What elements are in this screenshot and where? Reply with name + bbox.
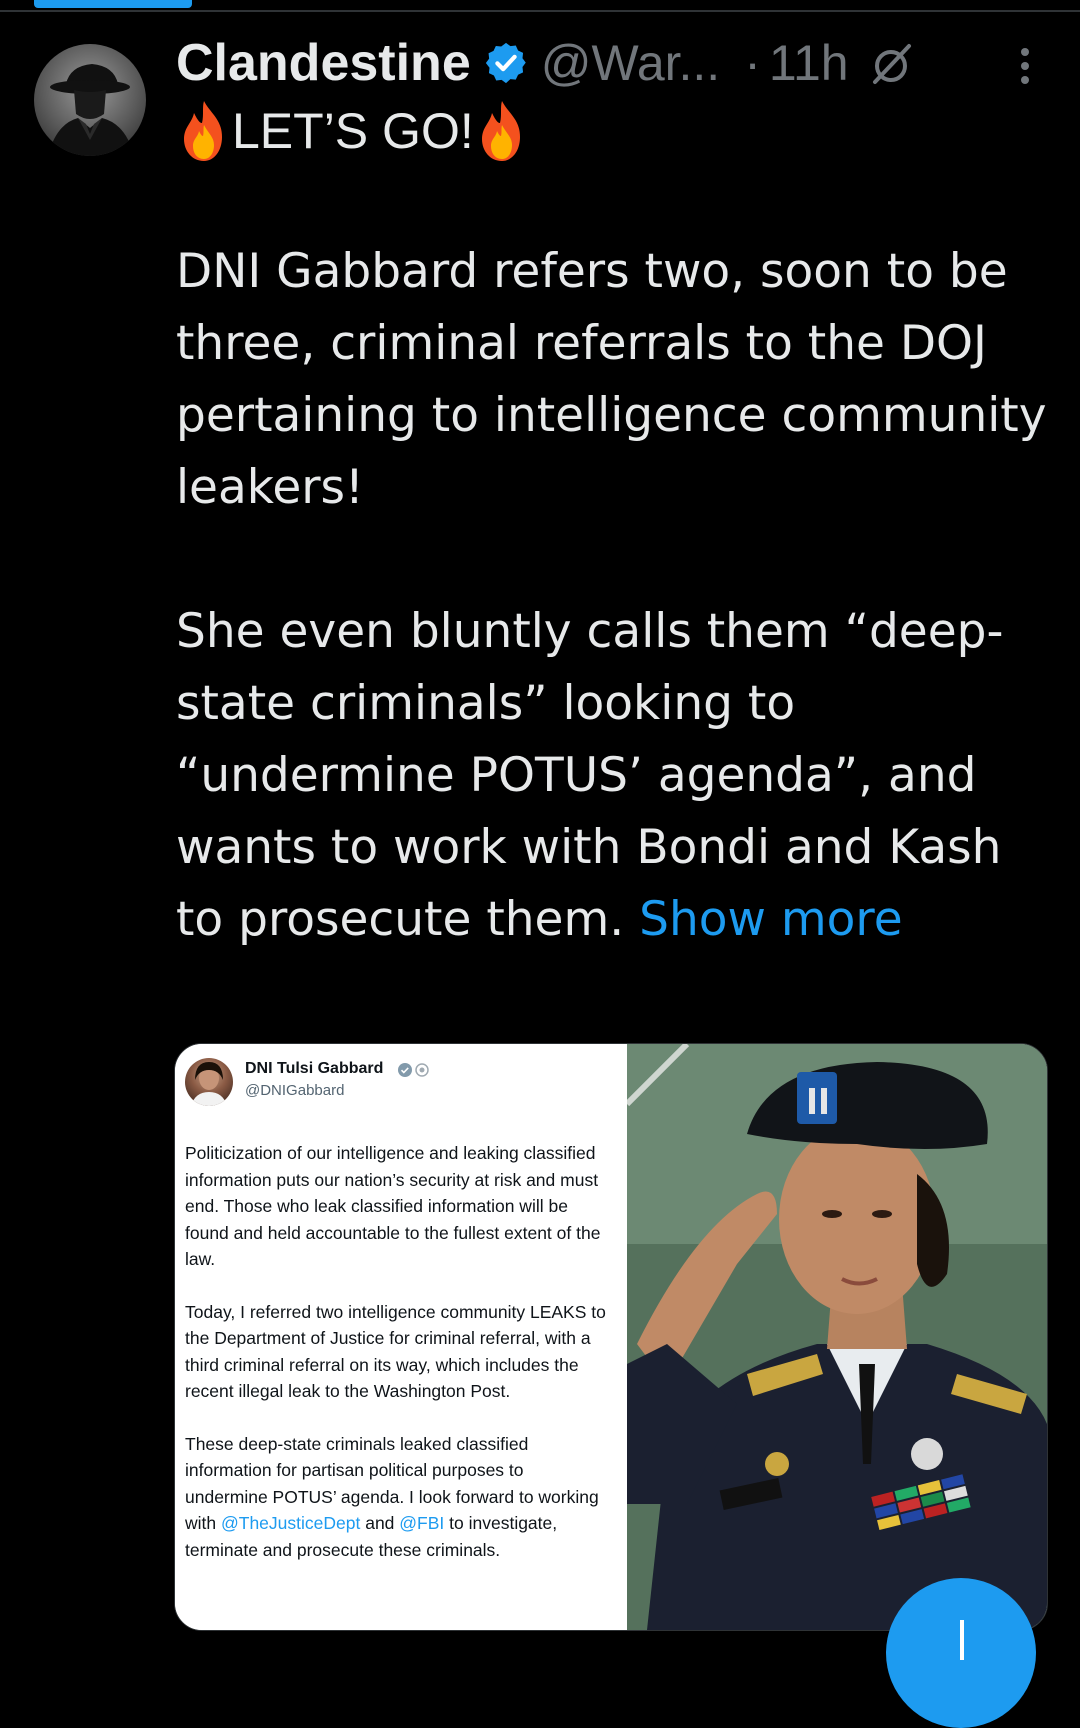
quoted-post-text: Politicization of our intelligence and l… [185, 1140, 607, 1563]
spy-silhouette-icon [48, 64, 134, 156]
more-options-icon[interactable] [1010, 44, 1040, 90]
quoted-author-name: DNI Tulsi Gabbard [245, 1060, 384, 1077]
quoted-paragraph: Today, I referred two intelligence commu… [185, 1301, 606, 1402]
quoted-post-screenshot: DNI Tulsi Gabbard @DNIGabbard Politiciza… [175, 1044, 627, 1630]
verified-badges-icon [397, 1062, 431, 1078]
headline-text: LET’S GO! [232, 103, 474, 159]
fire-icon [176, 99, 232, 163]
top-divider [0, 10, 1080, 12]
tweet-paragraph: DNI Gabbard refers two, soon to be three… [176, 244, 1047, 515]
mention-fbi: @FBI [399, 1513, 445, 1533]
plus-icon [960, 1620, 964, 1660]
author-handle[interactable]: @War... [541, 34, 720, 92]
fire-icon [474, 99, 530, 163]
author-display-name[interactable]: Clandestine [176, 33, 471, 93]
quoted-author-handle: @DNIGabbard [245, 1082, 345, 1099]
compose-button[interactable] [886, 1578, 1036, 1728]
header-separator: · [744, 35, 761, 91]
tweet-media-card[interactable]: DNI Tulsi Gabbard @DNIGabbard Politiciza… [174, 1043, 1048, 1631]
scroll-progress-indicator [34, 0, 192, 8]
post-time[interactable]: 11h [769, 34, 849, 92]
tweet-body: DNI Gabbard refers two, soon to be three… [176, 236, 1056, 956]
tweet-headline: LET’S GO! [176, 96, 530, 166]
verified-badge-icon[interactable] [483, 40, 529, 86]
tweet-paragraph: She even bluntly calls them “deep-state … [176, 596, 1056, 956]
grok-icon[interactable] [869, 40, 915, 86]
author-avatar[interactable] [34, 44, 146, 156]
quoted-paragraph: These deep-state criminals leaked classi… [185, 1431, 607, 1564]
officer-photo-illustration [627, 1044, 1047, 1630]
quoted-paragraph-text: and [360, 1513, 400, 1533]
saluting-officer-photo [627, 1044, 1047, 1630]
show-more-link[interactable]: Show more [639, 892, 903, 947]
quoted-paragraph: Politicization of our intelligence and l… [185, 1143, 601, 1269]
quoted-author-avatar [185, 1058, 233, 1106]
tweet-header: Clandestine @War... · 11h [176, 30, 1056, 96]
mention-justice-dept: @TheJusticeDept [220, 1513, 361, 1533]
